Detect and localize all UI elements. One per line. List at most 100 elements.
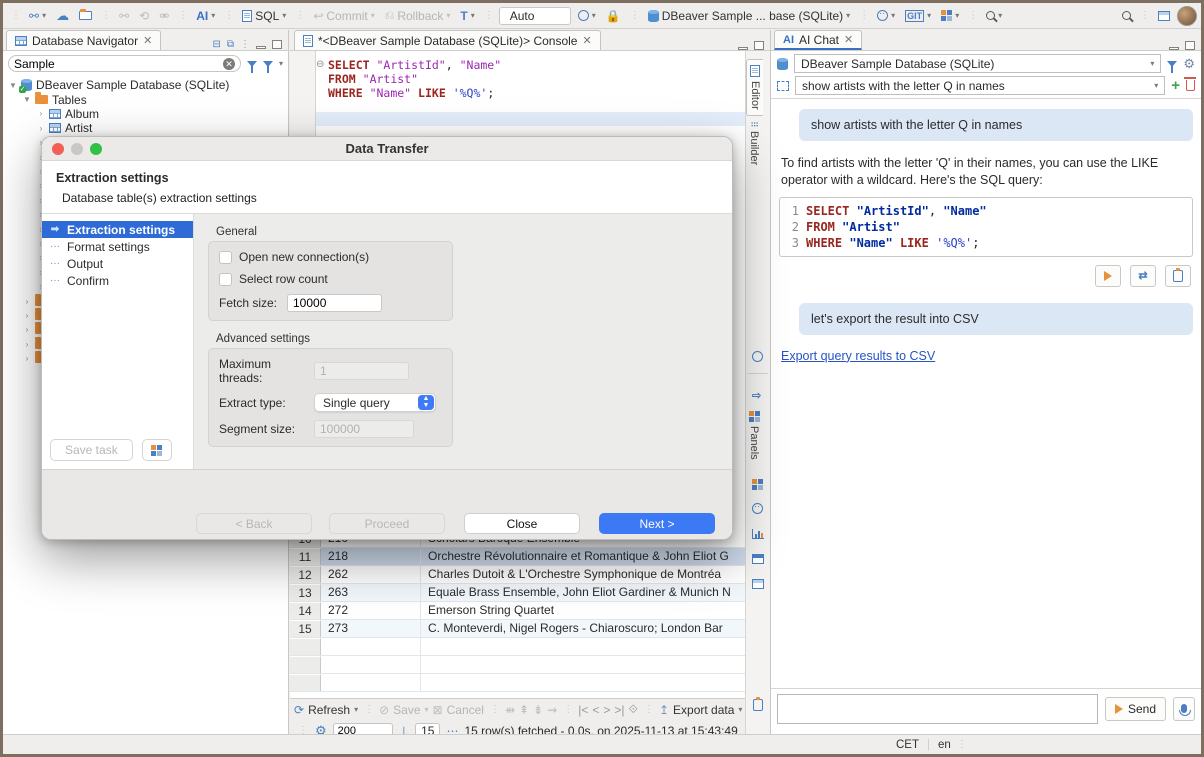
gear-icon[interactable]: ⚙ xyxy=(1183,58,1195,70)
cell-name[interactable]: Orchestre Révolutionnaire et Romantique … xyxy=(421,548,746,565)
maximize-icon[interactable] xyxy=(754,41,764,50)
dialog-titlebar[interactable]: Data Transfer xyxy=(42,137,732,161)
save-label[interactable]: Save xyxy=(393,703,420,717)
calc-panel-icon[interactable] xyxy=(752,554,764,564)
commit-button[interactable]: ↩Commit▾ xyxy=(310,7,377,25)
back-button[interactable]: < Back xyxy=(196,513,312,534)
voice-input-button[interactable] xyxy=(1173,697,1195,721)
prev-page-icon[interactable]: < xyxy=(592,703,599,717)
chevron-right-icon[interactable]: › xyxy=(23,340,31,349)
connect-button[interactable]: ⚯ xyxy=(116,7,132,25)
auto-commit-combo[interactable]: Auto xyxy=(499,7,571,25)
add-row-icon[interactable]: ⇞ xyxy=(519,703,529,717)
link-with-editor-icon[interactable]: ⧉ xyxy=(227,39,234,50)
nav-item-extraction-settings[interactable]: ➡ Extraction settings xyxy=(42,221,193,238)
metadata-panel-icon[interactable] xyxy=(752,579,764,589)
maximize-icon[interactable] xyxy=(1185,41,1195,50)
tab-builder[interactable]: ⠿ Builder xyxy=(746,116,762,171)
nav-item-confirm[interactable]: ··· Confirm xyxy=(42,272,193,289)
fetch-all-icon[interactable]: ⟐ xyxy=(629,702,638,717)
chevron-down-icon[interactable]: ▼ xyxy=(9,81,17,90)
tab-ai-chat[interactable]: AI AI Chat ✕ xyxy=(774,30,862,50)
tab-database-navigator[interactable]: Database Navigator ✕ xyxy=(6,30,161,50)
transaction-log-button[interactable]: ▾ xyxy=(575,8,599,23)
close-button[interactable]: Close xyxy=(464,513,580,534)
save-task-button[interactable]: Save task xyxy=(50,439,133,461)
task-settings-button[interactable] xyxy=(142,439,172,461)
first-page-icon[interactable]: |< xyxy=(578,703,588,717)
view-menu-icon[interactable]: ⋮ xyxy=(240,39,250,50)
select-row-count-checkbox[interactable] xyxy=(219,273,232,286)
tab-panels[interactable]: Panels xyxy=(746,406,762,465)
maximize-icon[interactable] xyxy=(272,40,282,49)
new-connection-button[interactable]: ⚯▾ xyxy=(26,7,49,25)
edit-row-icon[interactable]: ⇻ xyxy=(505,703,515,717)
minimize-icon[interactable] xyxy=(1169,47,1179,50)
chevron-down-icon[interactable]: ▼ xyxy=(23,95,31,104)
export-icon[interactable]: ↥ xyxy=(659,703,669,717)
delete-chat-icon[interactable] xyxy=(1186,80,1195,91)
copy-row-icon[interactable]: ⇟ xyxy=(533,703,543,717)
last-page-icon[interactable]: >| xyxy=(614,703,624,717)
navigator-search-field[interactable]: ✕ xyxy=(8,55,241,72)
copy-code-button[interactable] xyxy=(1165,265,1191,287)
cell-name[interactable]: Equale Brass Ensemble, John Eliot Gardin… xyxy=(421,584,746,601)
cell-artistid[interactable]: 218 xyxy=(321,548,421,565)
perspective-button[interactable] xyxy=(1155,9,1173,23)
new-sql-editor-button[interactable]: SQL▾ xyxy=(239,7,289,25)
chevron-right-icon[interactable]: › xyxy=(37,109,45,118)
user-avatar[interactable] xyxy=(1177,6,1197,26)
lock-button[interactable]: 🔒 xyxy=(603,7,624,25)
close-icon[interactable]: ✕ xyxy=(582,34,591,47)
reconnect-button[interactable]: ⟲ xyxy=(136,7,152,25)
sql-code-block[interactable]: 1SELECT "ArtistId", "Name"2FROM "Artist"… xyxy=(779,197,1193,257)
rollback-button[interactable]: ⎌Rollback▾ xyxy=(382,6,454,25)
cell-name[interactable]: Emerson String Quartet xyxy=(421,602,746,619)
table-row[interactable]: 15 273 C. Monteverdi, Nigel Rogers - Chi… xyxy=(290,620,746,638)
close-icon[interactable]: ✕ xyxy=(143,34,152,47)
proceed-button[interactable]: Proceed xyxy=(329,513,445,534)
open-in-editor-button[interactable]: ⇄ xyxy=(1130,265,1156,287)
nav-item-output[interactable]: ··· Output xyxy=(42,255,193,272)
cancel-icon[interactable]: ⊠ xyxy=(433,703,443,717)
filter-icon[interactable] xyxy=(247,61,257,67)
language-label[interactable]: en xyxy=(938,739,951,751)
chevron-right-icon[interactable]: › xyxy=(23,354,31,363)
refresh-label[interactable]: Refresh xyxy=(308,703,350,717)
table-row[interactable]: 12 262 Charles Dutoit & L'Orchestre Symp… xyxy=(290,566,746,584)
dashboard-button[interactable]: ▾ xyxy=(874,8,898,23)
table-row[interactable]: 11 218 Orchestre Révolutionnaire et Roma… xyxy=(290,548,746,566)
git-button[interactable]: GIT▾ xyxy=(902,8,934,24)
next-button[interactable]: Next > xyxy=(599,513,715,534)
nav-item-format-settings[interactable]: ··· Format settings xyxy=(42,238,193,255)
open-folder-button[interactable] xyxy=(76,9,95,22)
ai-assistant-button[interactable]: AI▾ xyxy=(193,7,218,25)
clear-search-icon[interactable]: ✕ xyxy=(223,58,235,70)
cell-artistid[interactable]: 273 xyxy=(321,620,421,637)
cloud-connections-button[interactable]: ☁ xyxy=(53,6,72,26)
table-row[interactable]: 14 272 Emerson String Quartet xyxy=(290,602,746,620)
close-icon[interactable]: ✕ xyxy=(844,33,853,46)
fetch-size-dialog-input[interactable] xyxy=(287,294,382,312)
pin-panel-icon[interactable]: ⇨ xyxy=(752,389,761,402)
search-button[interactable]: ▾ xyxy=(983,9,1005,22)
chat-history-select[interactable]: show artists with the letter Q in names … xyxy=(795,76,1165,95)
fold-icon[interactable]: ⊖ xyxy=(316,59,324,70)
export-csv-link[interactable]: Export query results to CSV xyxy=(771,345,945,367)
extract-type-select[interactable]: Single query ▲▼ xyxy=(314,393,436,412)
value-panel-icon[interactable] xyxy=(752,503,763,514)
minimize-icon[interactable] xyxy=(738,47,748,50)
tree-item-connection[interactable]: ▼ DBeaver Sample Database (SQLite) xyxy=(3,78,288,92)
tree-item-tables[interactable]: ▼ Tables xyxy=(3,92,288,106)
disconnect-button[interactable]: ⚮ xyxy=(156,7,172,25)
active-connection-selector[interactable]: DBeaver Sample ... base (SQLite)▾ xyxy=(645,7,853,25)
run-query-button[interactable] xyxy=(1095,265,1121,287)
chat-input[interactable] xyxy=(777,694,1098,724)
search-input[interactable] xyxy=(14,57,223,71)
filter-settings-icon[interactable] xyxy=(263,61,273,67)
tree-item-album[interactable]: › Album xyxy=(3,107,288,121)
export-data-label[interactable]: Export data xyxy=(673,703,734,717)
cancel-label[interactable]: Cancel xyxy=(447,703,484,717)
next-page-icon[interactable]: > xyxy=(603,703,610,717)
tab-sql-console[interactable]: *<DBeaver Sample Database (SQLite)> Cons… xyxy=(294,30,601,50)
